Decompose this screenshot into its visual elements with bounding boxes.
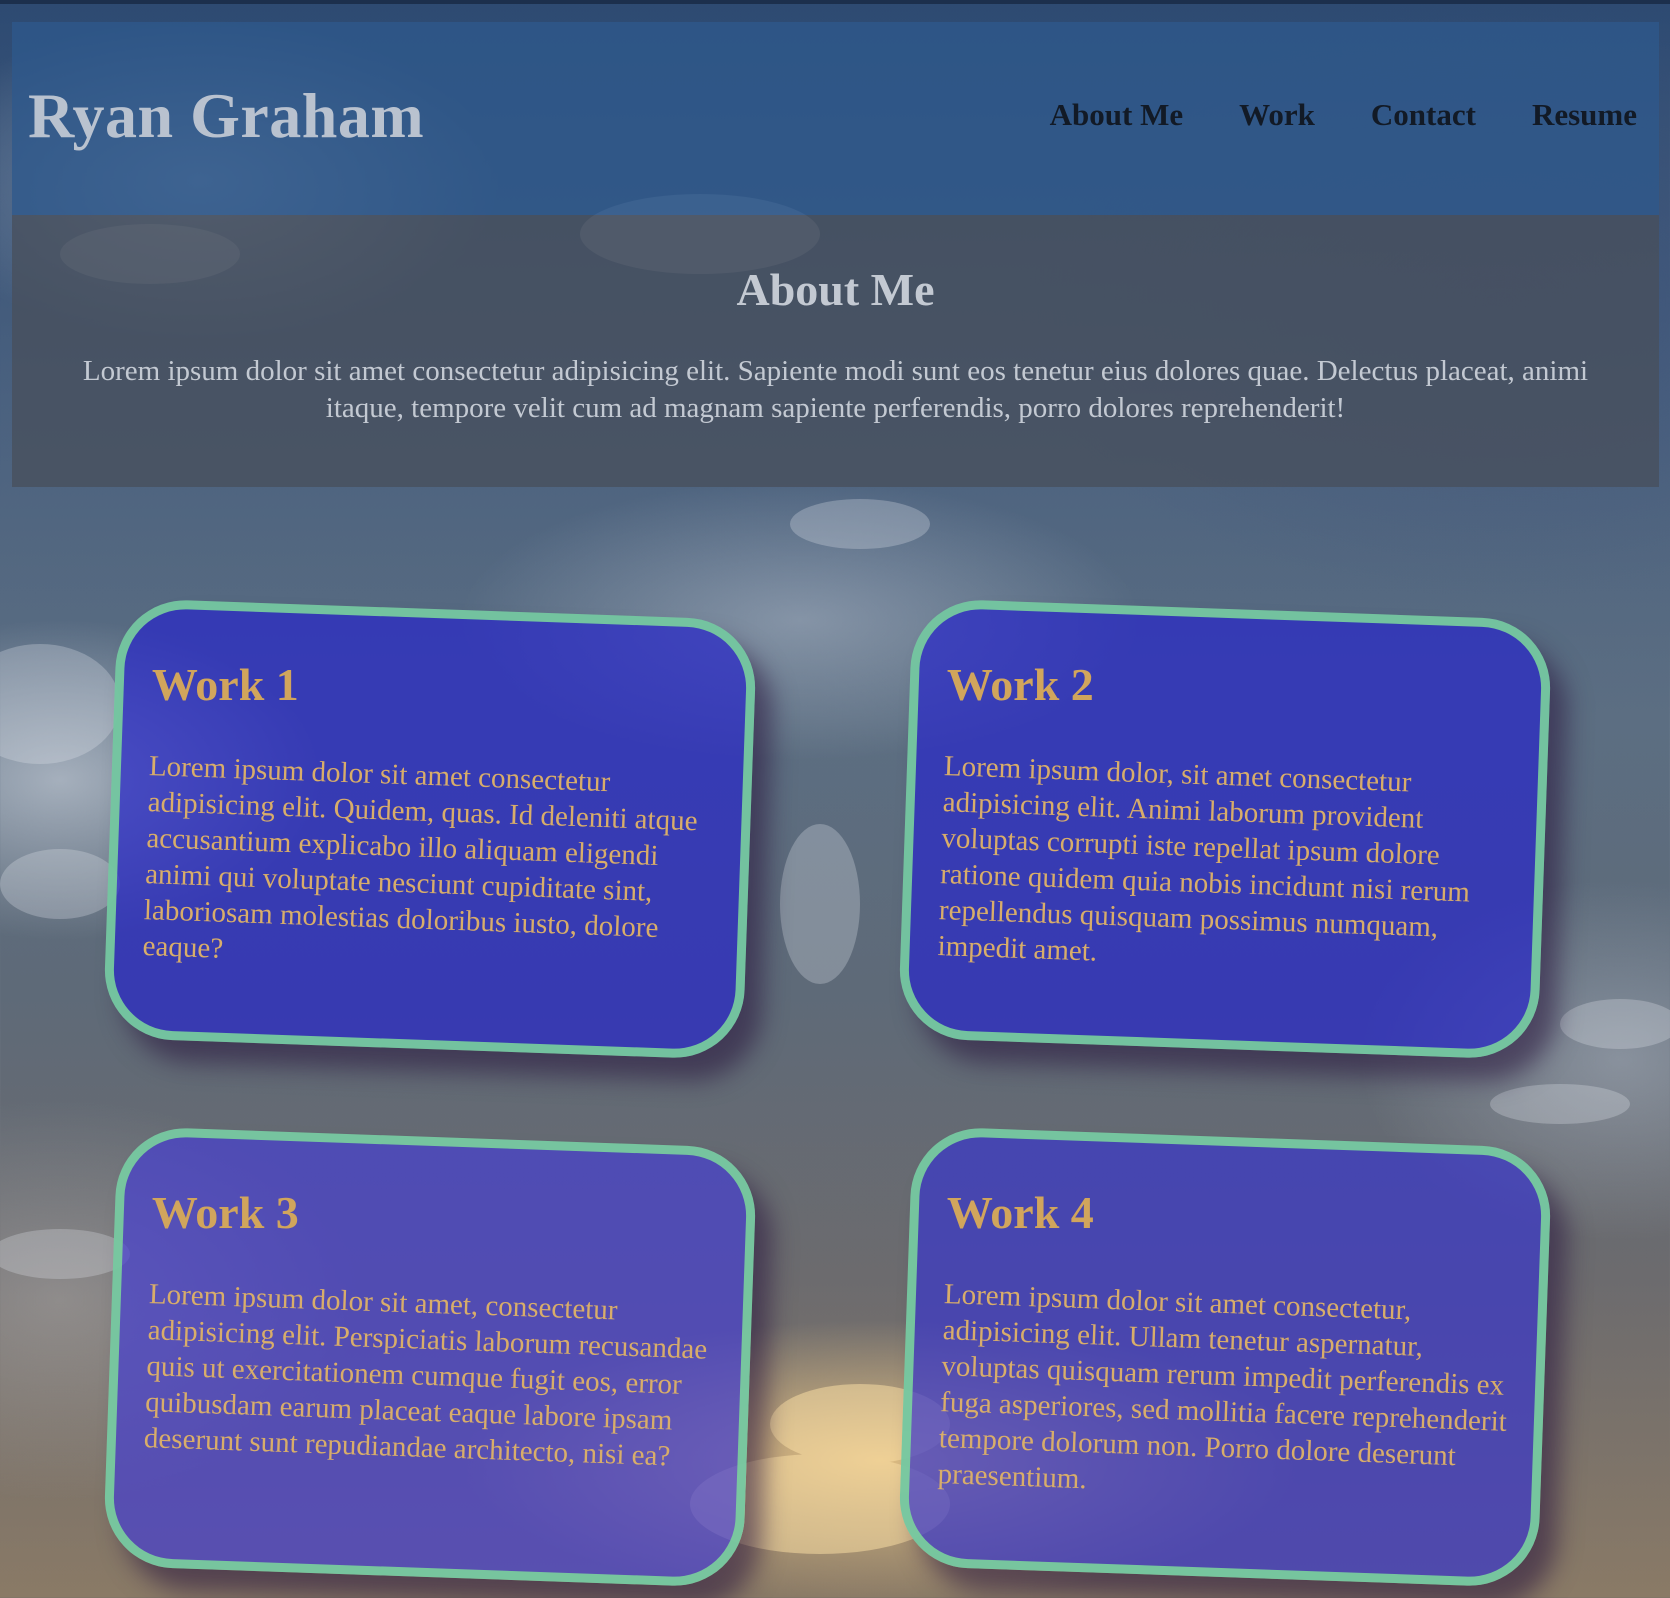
work-card-title: Work 3 bbox=[151, 1187, 299, 1239]
work-card-text: Lorem ipsum dolor sit amet consectetur, … bbox=[937, 1278, 1508, 1496]
nav-link-work[interactable]: Work bbox=[1239, 97, 1315, 133]
page-background: Ryan Graham About Me Work Contact Resume… bbox=[0, 0, 1670, 1598]
nav-link-contact[interactable]: Contact bbox=[1371, 97, 1476, 133]
about-text: Lorem ipsum dolor sit amet consectetur a… bbox=[82, 355, 1589, 424]
work-card-text: Lorem ipsum dolor sit amet consectetur a… bbox=[142, 750, 699, 965]
nav-link-resume[interactable]: Resume bbox=[1532, 97, 1637, 133]
work-card-title: Work 1 bbox=[151, 659, 299, 711]
about-heading: About Me bbox=[736, 264, 935, 315]
work-card-title: Work 4 bbox=[946, 1187, 1094, 1239]
work-card-text: Lorem ipsum dolor sit amet, consectetur … bbox=[143, 1278, 708, 1473]
main-nav: About Me Work Contact Resume bbox=[1050, 97, 1637, 133]
nav-link-about-me[interactable]: About Me bbox=[1050, 97, 1183, 133]
site-title: Ryan Graham bbox=[28, 79, 425, 151]
work-card-title: Work 2 bbox=[946, 659, 1094, 711]
work-card-1: Work 1 Lorem ipsum dolor sit amet consec… bbox=[102, 597, 758, 1061]
work-card-4: Work 4 Lorem ipsum dolor sit amet consec… bbox=[897, 1125, 1553, 1589]
site-header: Ryan Graham About Me Work Contact Resume bbox=[12, 22, 1659, 215]
work-card-2: Work 2 Lorem ipsum dolor, sit amet conse… bbox=[897, 597, 1553, 1061]
work-card-text: Lorem ipsum dolor, sit amet consectetur … bbox=[937, 750, 1471, 968]
work-card-3: Work 3 Lorem ipsum dolor sit amet, conse… bbox=[102, 1125, 758, 1589]
about-section: About Me Lorem ipsum dolor sit amet cons… bbox=[12, 215, 1659, 487]
